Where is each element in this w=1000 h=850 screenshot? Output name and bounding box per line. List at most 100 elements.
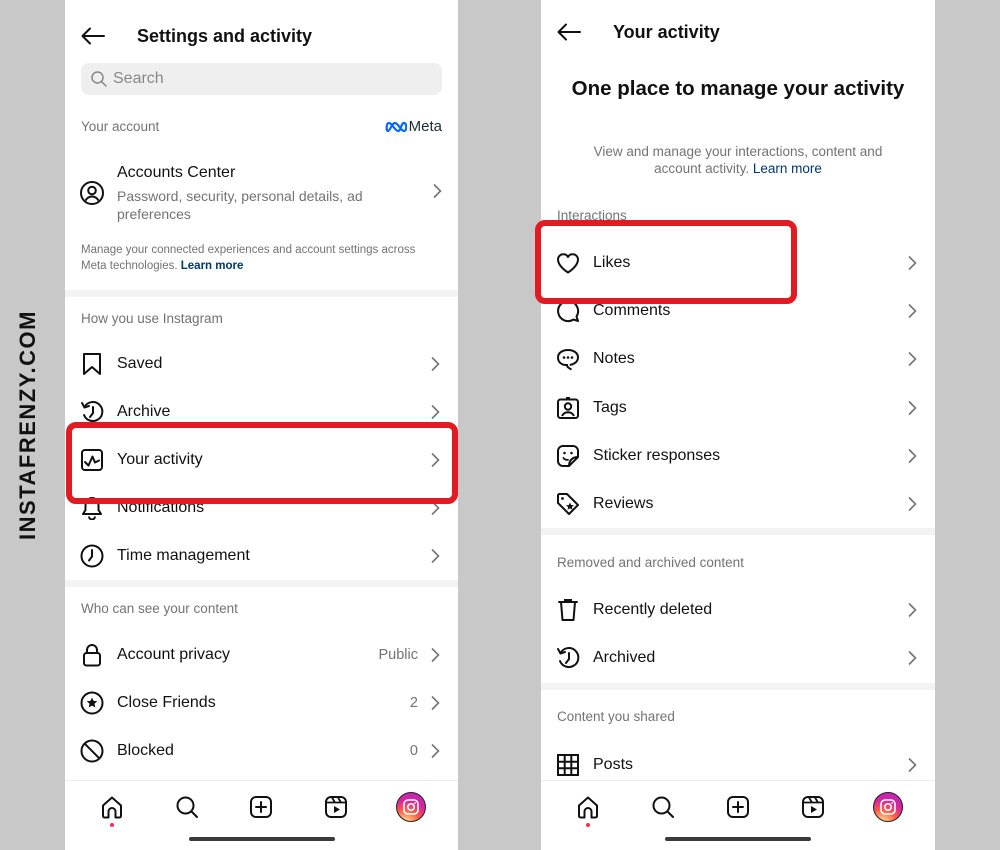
chevron-right-icon [905, 648, 919, 668]
sticker-icon [555, 443, 581, 469]
home-icon [576, 795, 600, 819]
your-activity-screen: Your activity One place to manage your a… [541, 0, 935, 850]
section-divider [65, 580, 458, 587]
notes-icon [555, 346, 581, 372]
chevron-right-icon [428, 546, 442, 566]
meta-infinity-icon [385, 121, 407, 133]
section-label-content-shared: Content you shared [557, 709, 675, 724]
row-value: 0 [409, 743, 418, 759]
row-likes[interactable]: Likes [541, 241, 935, 285]
nav-home[interactable] [571, 790, 605, 827]
chevron-right-icon [428, 645, 442, 665]
row-close-friends[interactable]: Close Friends 2 [65, 681, 458, 725]
reels-icon [324, 795, 348, 819]
nav-profile[interactable] [871, 790, 905, 824]
back-button[interactable] [79, 22, 107, 50]
bottom-nav [541, 780, 935, 850]
row-archived[interactable]: Archived [541, 636, 935, 680]
meta-logo-text: Meta [408, 118, 442, 135]
clock-icon [79, 543, 105, 569]
row-your-activity[interactable]: Your activity [65, 438, 458, 482]
arrow-left-icon [557, 23, 581, 41]
row-label: Time management [117, 547, 250, 564]
row-tags[interactable]: Tags [541, 386, 935, 430]
hero-title: One place to manage your activity [571, 77, 905, 100]
notification-dot [586, 823, 591, 827]
archive-history-icon [555, 645, 581, 671]
nav-home[interactable] [95, 790, 129, 827]
row-label: Archived [593, 649, 656, 666]
user-circle-icon [79, 180, 105, 206]
chevron-right-icon [905, 755, 919, 775]
bottom-nav [65, 780, 458, 850]
row-time-management[interactable]: Time management [65, 534, 458, 578]
hero-subtitle: View and manage your interactions, conte… [593, 144, 883, 176]
status-bar [65, 0, 458, 4]
top-bar: Your activity [541, 14, 935, 50]
nav-search[interactable] [646, 790, 680, 824]
row-label: Blocked [117, 742, 174, 759]
profile-avatar-icon [872, 792, 903, 822]
search-icon [651, 795, 675, 819]
row-label: Close Friends [117, 694, 216, 711]
activity-icon [79, 447, 105, 473]
row-label: Reviews [593, 495, 654, 512]
section-label-your-account: Your account [81, 119, 160, 134]
meta-logo: Meta [385, 118, 442, 135]
plus-square-icon [726, 795, 750, 819]
row-label: Recently deleted [593, 601, 713, 618]
row-value: Public [378, 647, 419, 663]
search-bar[interactable] [81, 63, 442, 95]
home-indicator [188, 837, 335, 841]
learn-more-link[interactable]: Learn more [753, 161, 822, 176]
row-blocked[interactable]: Blocked 0 [65, 729, 458, 773]
chevron-right-icon [905, 398, 919, 418]
reels-icon [801, 795, 825, 819]
row-saved[interactable]: Saved [65, 342, 458, 386]
chevron-right-icon [905, 600, 919, 620]
arrow-left-icon [81, 27, 105, 45]
learn-more-link[interactable]: Learn more [181, 260, 244, 272]
row-account-privacy[interactable]: Account privacy Public [65, 633, 458, 677]
chevron-right-icon [905, 494, 919, 514]
star-circle-icon [79, 690, 105, 716]
chevron-right-icon [905, 301, 919, 321]
row-label: Notifications [117, 499, 205, 516]
nav-search[interactable] [170, 790, 204, 824]
accounts-center-note: Manage your connected experiences and ac… [81, 244, 416, 272]
nav-reels[interactable] [319, 790, 353, 824]
section-label-removed-archived: Removed and archived content [557, 555, 744, 570]
top-bar: Settings and activity [65, 18, 458, 54]
row-comments[interactable]: Comments [541, 289, 935, 333]
chevron-right-icon [428, 450, 442, 470]
chevron-right-icon [428, 402, 442, 422]
nav-reels[interactable] [796, 790, 830, 824]
page-title: Your activity [613, 21, 720, 42]
archive-history-icon [79, 399, 105, 425]
row-label: Archive [117, 403, 171, 420]
row-archive[interactable]: Archive [65, 390, 458, 434]
row-sticker-responses[interactable]: Sticker responses [541, 434, 935, 478]
settings-screen: Settings and activity Your account Meta … [65, 0, 458, 850]
row-recently-deleted[interactable]: Recently deleted [541, 588, 935, 632]
accounts-center-title: Accounts Center [117, 164, 236, 181]
row-notes[interactable]: Notes [541, 337, 935, 381]
section-divider [541, 528, 935, 535]
nav-profile[interactable] [394, 790, 428, 824]
bell-icon [79, 495, 105, 521]
row-label: Likes [593, 254, 631, 271]
row-label: Tags [593, 399, 627, 416]
grid-icon [555, 752, 581, 778]
nav-create[interactable] [721, 790, 755, 824]
section-label-interactions: Interactions [557, 208, 627, 223]
accounts-center-row[interactable]: Accounts Center Password, security, pers… [65, 160, 458, 228]
search-input[interactable] [113, 70, 394, 88]
tag-person-icon [555, 395, 581, 421]
row-reviews[interactable]: Reviews [541, 482, 935, 526]
row-label: Posts [593, 756, 634, 773]
heart-icon [555, 250, 581, 276]
nav-create[interactable] [244, 790, 278, 824]
back-button[interactable] [555, 18, 583, 46]
section-label-how-you-use: How you use Instagram [81, 311, 223, 326]
row-notifications[interactable]: Notifications [65, 486, 458, 530]
